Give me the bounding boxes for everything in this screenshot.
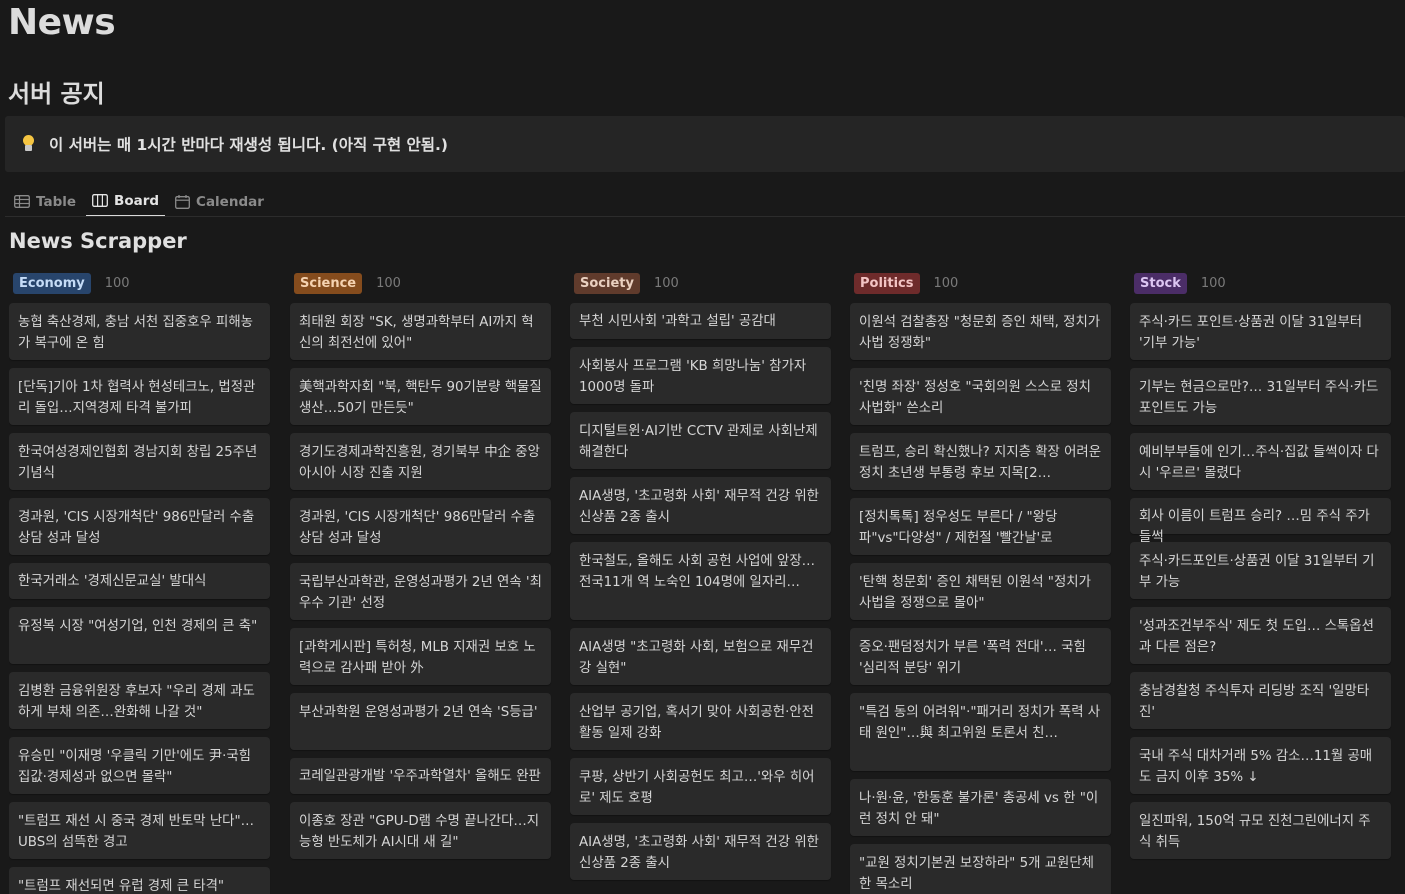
news-card[interactable]: 경기도경제과학진흥원, 경기북부 中企 중앙아시아 시장 진출 지원	[290, 433, 551, 490]
news-card[interactable]: [단독]기아 1차 협력사 현성테크노, 법정관리 돌입…지역경제 타격 불가피	[9, 368, 270, 425]
news-card[interactable]: '성과조건부주식' 제도 첫 도입… 스톡옵션과 다른 점은?	[1130, 607, 1391, 664]
news-card[interactable]: 쿠팡, 상반기 사회공헌도 최고…'와우 히어로' 제도 호평	[570, 758, 831, 815]
group-count: 100	[376, 275, 401, 291]
tab-board[interactable]: Board	[86, 186, 166, 217]
column-header: Science 100	[290, 270, 551, 296]
column-header: Stock 100	[1130, 270, 1391, 296]
table-icon	[14, 195, 30, 208]
news-card[interactable]: 이종호 장관 "GPU-D램 수명 끝나간다…지능형 반도체가 AI시대 새 길…	[290, 802, 551, 859]
news-card[interactable]: "트럼프 재선 시 중국 경제 반토막 난다"…UBS의 섬뜩한 경고	[9, 802, 270, 859]
tab-table[interactable]: Table	[8, 186, 82, 217]
news-card[interactable]: '친명 좌장' 정성호 "국회의원 스스로 정치 사법화" 쓴소리	[850, 368, 1111, 425]
group-tag[interactable]: Economy	[13, 272, 91, 294]
group-tag[interactable]: Society	[574, 272, 640, 294]
lightbulb-icon	[21, 135, 35, 153]
news-card[interactable]: '탄핵 청문회' 증인 채택된 이원석 "정치가 사법을 정쟁으로 몰아"	[850, 563, 1111, 620]
column-header: Economy 100	[9, 270, 270, 296]
news-card[interactable]: "특검 동의 어려워"·"패거리 정치가 폭력 사태 원인"…與 최고위원 토론…	[850, 693, 1111, 771]
news-card[interactable]: 트럼프, 승리 확신했나? 지지층 확장 어려운 정치 초년생 부통령 후보 지…	[850, 433, 1111, 490]
column-header: Society 100	[570, 270, 831, 296]
board-column-society: Society 100 부천 시민사회 '과학고 설립' 공감대사회봉사 프로그램 …	[570, 270, 831, 888]
news-card[interactable]: 농협 축산경제, 충남 서천 집중호우 피해농가 복구에 온 힘	[9, 303, 270, 360]
tab-table-label: Table	[36, 193, 77, 210]
news-card[interactable]: 국내 주식 대차거래 5% 감소…11월 공매도 금지 이후 35% ↓	[1130, 737, 1391, 794]
board-column-economy: Economy 100 농협 축산경제, 충남 서천 집중호우 피해농가 복구에 온…	[9, 270, 270, 894]
group-tag[interactable]: Science	[294, 272, 363, 294]
board-column-politics: Politics 100 이원석 검찰총장 "청문회 증인 채택, 정치가 사법 정…	[850, 270, 1111, 894]
news-card[interactable]: 일진파워, 150억 규모 진천그린에너지 주식 취득	[1130, 802, 1391, 859]
news-card[interactable]: 주식·카드포인트·상품권 이달 31일부터 기부 가능	[1130, 542, 1391, 599]
news-card[interactable]: 한국거래소 '경제신문교실' 발대식	[9, 563, 270, 599]
news-card[interactable]: 유정복 시장 "여성기업, 인천 경제의 큰 축"	[9, 607, 270, 664]
group-count: 100	[653, 275, 679, 291]
news-card[interactable]: [과학게시판] 특허청, MLB 지재권 보호 노력으로 감사패 받아 外	[290, 628, 551, 685]
group-tag[interactable]: Politics	[854, 272, 920, 294]
news-card[interactable]: "트럼프 재선되면 유럽 경제 큰 타격"	[9, 867, 270, 894]
news-card[interactable]: 디지털트윈·AI기반 CCTV 관제로 사회난제 해결한다	[570, 412, 831, 469]
column-header: Politics 100	[850, 270, 1111, 296]
tab-board-label: Board	[114, 192, 160, 209]
kanban-board: Economy 100 농협 축산경제, 충남 서천 집중호우 피해농가 복구에 온…	[9, 270, 1405, 894]
board-column-stock: Stock 100 주식·카드 포인트·상품권 이달 31일부터 '기부 가능' 기부…	[1130, 270, 1391, 867]
board-icon	[92, 194, 108, 207]
news-card[interactable]: 나·원·윤, '한동훈 불가론' 총공세 vs 한 "이런 정치 안 돼"	[850, 779, 1111, 836]
news-card[interactable]: 김병환 금융위원장 후보자 "우리 경제 과도하게 부채 의존…완화해 나갈 것…	[9, 672, 270, 729]
notice-callout: 이 서버는 매 1시간 반마다 재생성 됩니다. (아직 구현 안됨.)	[5, 116, 1405, 172]
calendar-icon	[175, 194, 190, 209]
news-card[interactable]: 산업부 공기업, 혹서기 맞아 사회공헌·안전활동 일제 강화	[570, 693, 831, 750]
news-card[interactable]: 주식·카드 포인트·상품권 이달 31일부터 '기부 가능'	[1130, 303, 1391, 360]
tab-calendar[interactable]: Calendar	[169, 186, 270, 217]
news-card[interactable]: 경과원, 'CIS 시장개척단' 986만달러 수출상담 성과 달성	[9, 498, 270, 555]
group-count: 100	[104, 275, 130, 291]
news-card[interactable]: 경과원, 'CIS 시장개척단' 986만달러 수출상담 성과 달성	[290, 498, 551, 555]
callout-text: 이 서버는 매 1시간 반마다 재생성 됩니다. (아직 구현 안됨.)	[49, 136, 449, 154]
news-card[interactable]: 기부는 현금으로만?… 31일부터 주식·카드포인트도 가능	[1130, 368, 1391, 425]
board-column-science: Science 100 최태원 회장 "SK, 생명과학부터 AI까지 혁신의 최전…	[290, 270, 551, 867]
news-card[interactable]: AIA생명 "초고령화 사회, 보험으로 재무건강 실현"	[570, 628, 831, 685]
group-count: 100	[1200, 275, 1226, 291]
news-card[interactable]: 국립부산과학관, 운영성과평가 2년 연속 '최우수 기관' 선정	[290, 563, 551, 620]
news-card[interactable]: 유승민 "이재명 '우클릭 기만'에도 尹·국힘 집값·경제성과 없으면 몰락"	[9, 737, 270, 794]
news-card[interactable]: 코레일관광개발 '우주과학열차' 올해도 완판	[290, 758, 551, 794]
tabs-divider	[5, 216, 1405, 217]
news-card[interactable]: 충남경찰청 주식투자 리딩방 조직 '일망타진'	[1130, 672, 1391, 729]
news-card[interactable]: AIA생명, '초고령화 사회' 재무적 건강 위한 신상품 2종 출시	[570, 823, 831, 880]
news-card[interactable]: 부천 시민사회 '과학고 설립' 공감대	[570, 303, 831, 339]
tab-calendar-label: Calendar	[196, 193, 264, 210]
news-card[interactable]: AIA생명, '초고령화 사회' 재무적 건강 위한 신상품 2종 출시	[570, 477, 831, 534]
news-card[interactable]: 최태원 회장 "SK, 생명과학부터 AI까지 혁신의 최전선에 있어"	[290, 303, 551, 360]
news-card[interactable]: 증오·팬덤정치가 부른 '폭력 전대'… 국힘 '심리적 분당' 위기	[850, 628, 1111, 685]
news-card[interactable]: 美핵과학자회 "북, 핵탄두 90기분량 핵물질생산…50기 만든듯"	[290, 368, 551, 425]
database-title[interactable]: News Scrapper	[9, 229, 187, 253]
news-card[interactable]: 사회봉사 프로그램 'KB 희망나눔' 참가자 1000명 돌파	[570, 347, 831, 404]
group-count: 100	[933, 275, 959, 291]
news-card[interactable]: 이원석 검찰총장 "청문회 증인 채택, 정치가 사법 정쟁화"	[850, 303, 1111, 360]
news-card[interactable]: "교원 정치기본권 보장하라" 5개 교원단체 한 목소리	[850, 844, 1111, 894]
news-card[interactable]: 예비부부들에 인기…주식·집값 들썩이자 다시 '우르르' 몰렸다	[1130, 433, 1391, 490]
news-card[interactable]: 부산과학원 운영성과평가 2년 연속 'S등급'	[290, 693, 551, 750]
news-card[interactable]: [정치톡톡] 정우성도 부른다 / "왕당파"vs"다양성" / 제헌절 '빨간…	[850, 498, 1111, 555]
news-card[interactable]: 한국여성경제인협회 경남지회 창립 25주년 기념식	[9, 433, 270, 490]
news-card[interactable]: 한국철도, 올해도 사회 공헌 사업에 앞장…전국11개 역 노숙인 104명에…	[570, 542, 831, 620]
page-title: News	[8, 2, 116, 43]
section-heading: 서버 공지	[8, 80, 105, 108]
view-tabs: Table Board Calendar	[8, 186, 274, 217]
group-tag[interactable]: Stock	[1134, 272, 1187, 294]
news-card[interactable]: 회사 이름이 트럼프 승리? …밈 주식 주가 들썩	[1130, 498, 1391, 545]
